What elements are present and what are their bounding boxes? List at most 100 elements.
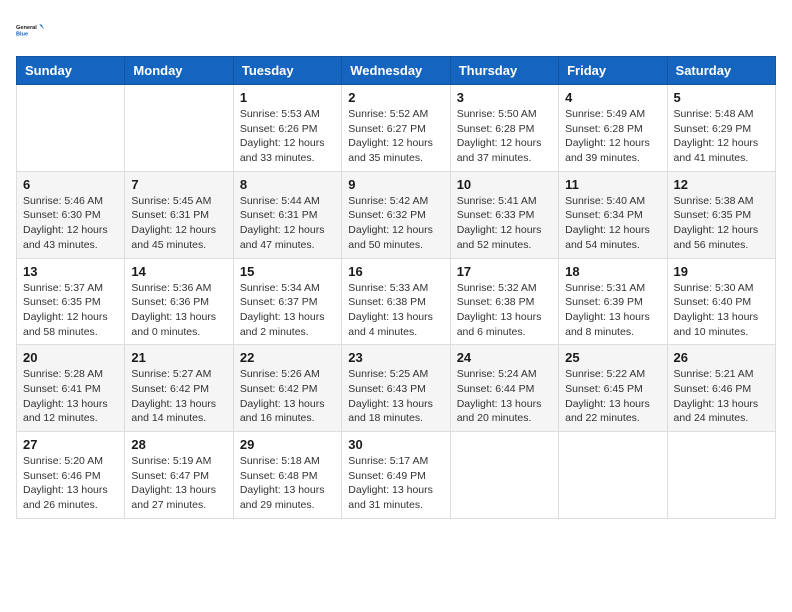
calendar-cell: 9 Sunrise: 5:42 AMSunset: 6:32 PMDaylight… [342,171,450,258]
calendar-cell: 30 Sunrise: 5:17 AMSunset: 6:49 PMDayligh… [342,432,450,519]
weekday-header-friday: Friday [559,57,667,85]
day-number: 17 [457,264,552,279]
weekday-header-wednesday: Wednesday [342,57,450,85]
day-number: 22 [240,350,335,365]
day-info: Sunrise: 5:32 AMSunset: 6:38 PMDaylight:… [457,281,552,340]
calendar-cell: 2 Sunrise: 5:52 AMSunset: 6:27 PMDaylight… [342,85,450,172]
day-info: Sunrise: 5:18 AMSunset: 6:48 PMDaylight:… [240,454,335,513]
calendar-week-3: 13 Sunrise: 5:37 AMSunset: 6:35 PMDayligh… [17,258,776,345]
day-info: Sunrise: 5:26 AMSunset: 6:42 PMDaylight:… [240,367,335,426]
day-number: 29 [240,437,335,452]
day-number: 28 [131,437,226,452]
day-info: Sunrise: 5:27 AMSunset: 6:42 PMDaylight:… [131,367,226,426]
calendar-cell: 13 Sunrise: 5:37 AMSunset: 6:35 PMDayligh… [17,258,125,345]
day-number: 3 [457,90,552,105]
day-number: 7 [131,177,226,192]
header: GeneralBlue [16,16,776,44]
calendar-week-4: 20 Sunrise: 5:28 AMSunset: 6:41 PMDayligh… [17,345,776,432]
calendar-cell: 27 Sunrise: 5:20 AMSunset: 6:46 PMDayligh… [17,432,125,519]
day-number: 2 [348,90,443,105]
day-info: Sunrise: 5:48 AMSunset: 6:29 PMDaylight:… [674,107,769,166]
day-number: 9 [348,177,443,192]
day-number: 20 [23,350,118,365]
svg-text:Blue: Blue [16,31,28,37]
calendar-cell: 11Sunrise: 5:40 AMSunset: 6:34 PMDayligh… [559,171,667,258]
day-info: Sunrise: 5:28 AMSunset: 6:41 PMDaylight:… [23,367,118,426]
day-info: Sunrise: 5:19 AMSunset: 6:47 PMDaylight:… [131,454,226,513]
weekday-header-sunday: Sunday [17,57,125,85]
weekday-header-tuesday: Tuesday [233,57,341,85]
day-number: 25 [565,350,660,365]
day-info: Sunrise: 5:30 AMSunset: 6:40 PMDaylight:… [674,281,769,340]
day-number: 27 [23,437,118,452]
calendar-cell: 6 Sunrise: 5:46 AMSunset: 6:30 PMDaylight… [17,171,125,258]
day-number: 5 [674,90,769,105]
calendar-cell: 25 Sunrise: 5:22 AMSunset: 6:45 PMDayligh… [559,345,667,432]
day-number: 16 [348,264,443,279]
day-number: 23 [348,350,443,365]
day-info: Sunrise: 5:21 AMSunset: 6:46 PMDaylight:… [674,367,769,426]
day-info: Sunrise: 5:25 AMSunset: 6:43 PMDaylight:… [348,367,443,426]
calendar-week-2: 6 Sunrise: 5:46 AMSunset: 6:30 PMDaylight… [17,171,776,258]
day-info: Sunrise: 5:45 AMSunset: 6:31 PMDaylight:… [131,194,226,253]
day-info: Sunrise: 5:31 AMSunset: 6:39 PMDaylight:… [565,281,660,340]
calendar-cell: 22 Sunrise: 5:26 AMSunset: 6:42 PMDayligh… [233,345,341,432]
calendar-cell [450,432,558,519]
day-number: 6 [23,177,118,192]
calendar-cell: 19Sunrise: 5:30 AMSunset: 6:40 PMDayligh… [667,258,775,345]
svg-text:General: General [16,25,37,31]
day-number: 26 [674,350,769,365]
weekday-header-row: SundayMondayTuesdayWednesdayThursdayFrid… [17,57,776,85]
day-info: Sunrise: 5:42 AMSunset: 6:32 PMDaylight:… [348,194,443,253]
day-info: Sunrise: 5:22 AMSunset: 6:45 PMDaylight:… [565,367,660,426]
day-info: Sunrise: 5:34 AMSunset: 6:37 PMDaylight:… [240,281,335,340]
calendar-cell: 3Sunrise: 5:50 AMSunset: 6:28 PMDaylight… [450,85,558,172]
day-info: Sunrise: 5:24 AMSunset: 6:44 PMDaylight:… [457,367,552,426]
logo-icon: GeneralBlue [16,16,44,44]
day-number: 4 [565,90,660,105]
calendar-cell: 24 Sunrise: 5:24 AMSunset: 6:44 PMDayligh… [450,345,558,432]
calendar-cell: 18 Sunrise: 5:31 AMSunset: 6:39 PMDayligh… [559,258,667,345]
day-info: Sunrise: 5:46 AMSunset: 6:30 PMDaylight:… [23,194,118,253]
day-number: 18 [565,264,660,279]
day-number: 11 [565,177,660,192]
day-info: Sunrise: 5:53 AMSunset: 6:26 PMDaylight:… [240,107,335,166]
day-info: Sunrise: 5:49 AMSunset: 6:28 PMDaylight:… [565,107,660,166]
weekday-header-saturday: Saturday [667,57,775,85]
calendar-cell: 26 Sunrise: 5:21 AMSunset: 6:46 PMDayligh… [667,345,775,432]
day-number: 14 [131,264,226,279]
day-number: 30 [348,437,443,452]
calendar-cell [125,85,233,172]
weekday-header-thursday: Thursday [450,57,558,85]
day-number: 8 [240,177,335,192]
calendar-cell: 17 Sunrise: 5:32 AMSunset: 6:38 PMDayligh… [450,258,558,345]
day-info: Sunrise: 5:37 AMSunset: 6:35 PMDaylight:… [23,281,118,340]
calendar-table: SundayMondayTuesdayWednesdayThursdayFrid… [16,56,776,519]
calendar-cell: 28 Sunrise: 5:19 AMSunset: 6:47 PMDayligh… [125,432,233,519]
day-number: 24 [457,350,552,365]
calendar-cell: 5 Sunrise: 5:48 AMSunset: 6:29 PMDaylight… [667,85,775,172]
weekday-header-monday: Monday [125,57,233,85]
day-info: Sunrise: 5:52 AMSunset: 6:27 PMDaylight:… [348,107,443,166]
calendar-week-5: 27 Sunrise: 5:20 AMSunset: 6:46 PMDayligh… [17,432,776,519]
day-number: 12 [674,177,769,192]
day-info: Sunrise: 5:44 AMSunset: 6:31 PMDaylight:… [240,194,335,253]
day-number: 21 [131,350,226,365]
calendar-cell: 21 Sunrise: 5:27 AMSunset: 6:42 PMDayligh… [125,345,233,432]
day-info: Sunrise: 5:17 AMSunset: 6:49 PMDaylight:… [348,454,443,513]
calendar-cell: 10Sunrise: 5:41 AMSunset: 6:33 PMDayligh… [450,171,558,258]
day-info: Sunrise: 5:20 AMSunset: 6:46 PMDaylight:… [23,454,118,513]
day-number: 13 [23,264,118,279]
calendar-cell [17,85,125,172]
calendar-cell: 12Sunrise: 5:38 AMSunset: 6:35 PMDayligh… [667,171,775,258]
day-number: 15 [240,264,335,279]
logo: GeneralBlue [16,16,44,44]
day-info: Sunrise: 5:33 AMSunset: 6:38 PMDaylight:… [348,281,443,340]
calendar-cell: 1Sunrise: 5:53 AMSunset: 6:26 PMDaylight… [233,85,341,172]
day-info: Sunrise: 5:36 AMSunset: 6:36 PMDaylight:… [131,281,226,340]
calendar-cell: 8 Sunrise: 5:44 AMSunset: 6:31 PMDaylight… [233,171,341,258]
calendar-cell: 7 Sunrise: 5:45 AMSunset: 6:31 PMDaylight… [125,171,233,258]
calendar-cell [667,432,775,519]
calendar-cell: 16 Sunrise: 5:33 AMSunset: 6:38 PMDayligh… [342,258,450,345]
calendar-cell: 29 Sunrise: 5:18 AMSunset: 6:48 PMDayligh… [233,432,341,519]
